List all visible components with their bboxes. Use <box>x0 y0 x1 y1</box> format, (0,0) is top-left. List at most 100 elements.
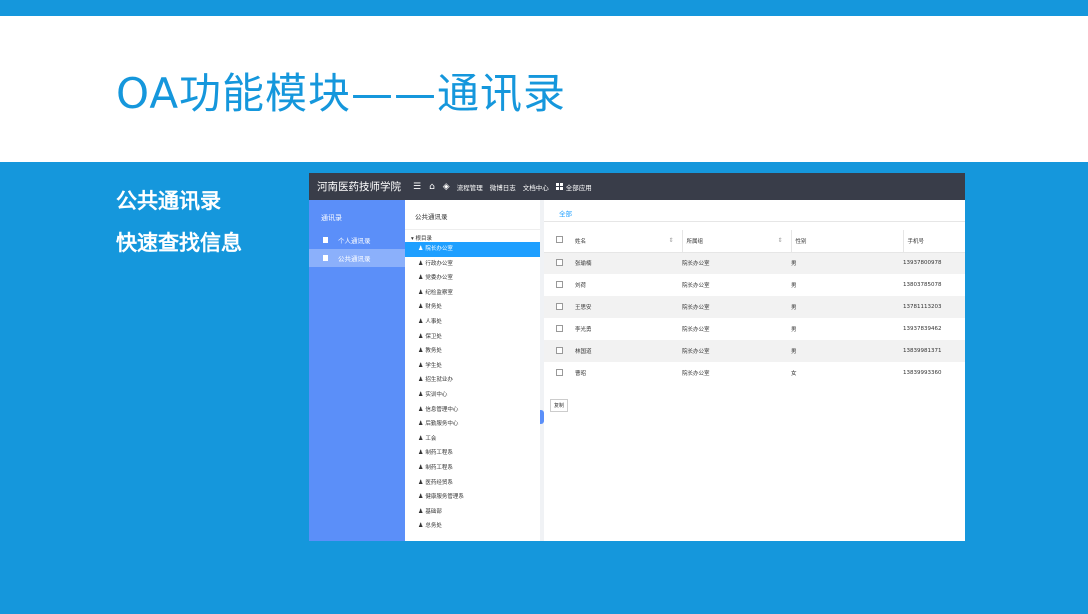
row-checkbox[interactable] <box>544 340 575 362</box>
sidebar-title: 通讯录 <box>321 214 342 222</box>
table-row[interactable]: 刘荷 院长办公室 男 13803785078 <box>544 274 965 296</box>
contacts-table: 姓名 ⇕ 所属组 ⇕ 性别 手机号 张瑜楠 院长办公室男 13937800978 刘荷 院长… <box>544 230 965 384</box>
tree-node-label: 教务处 <box>425 348 442 355</box>
tree-node[interactable]: ♟ 实训中心 <box>405 388 540 403</box>
tree-node-label: 制药工程系 <box>425 464 453 471</box>
app-screenshot: 河南医药技师学院 ☰ ⌂ ◈ 流程管理 微博日志 文档中心 全部应用 通讯录 个… <box>309 173 965 541</box>
checkbox[interactable] <box>556 258 563 266</box>
row-checkbox[interactable] <box>544 252 575 274</box>
tree-node-label: 基础部 <box>425 508 442 515</box>
sidebar-item-personal-contacts[interactable]: 个人通讯录 <box>309 231 405 249</box>
cell-group: 院长办公室 <box>682 327 710 333</box>
tree-node[interactable]: ♟ 信息管理中心 <box>405 403 540 418</box>
sidebar-item-label: 公共通讯录 <box>338 255 371 263</box>
sort-icon[interactable]: ⇕ <box>777 237 782 244</box>
tree-title: 公共通讯录 <box>405 200 540 230</box>
table-row[interactable]: 林国道 院长办公室男 13839981371 <box>544 340 965 362</box>
tree-node[interactable]: ♟ 人事处 <box>405 315 540 330</box>
person-icon: ♟ <box>418 390 424 398</box>
person-icon: ♟ <box>418 478 424 486</box>
home-icon[interactable]: ⌂ <box>429 182 435 192</box>
sidebar-item-label: 个人通讯录 <box>338 237 371 245</box>
column-header-phone[interactable]: 手机号 <box>902 230 965 253</box>
table-row[interactable]: 曹昭 院长办公室 女 13839993360 <box>544 362 965 384</box>
row-checkbox[interactable] <box>544 274 575 296</box>
checkbox[interactable] <box>556 346 563 354</box>
nav-workflow[interactable]: 流程管理 <box>457 182 483 192</box>
cell-name: 林国道 <box>575 340 682 362</box>
layers-icon[interactable]: ◈ <box>443 182 450 192</box>
menu-icon[interactable]: ☰ <box>413 182 421 192</box>
checkbox[interactable] <box>556 368 563 376</box>
row-checkbox[interactable] <box>544 296 575 318</box>
tab-bar: 全部 <box>544 200 965 222</box>
tree-node[interactable]: ♟ 制药工程系 <box>405 446 540 461</box>
department-tree: 公共通讯录 ▾ 根目录 ♟ 院长办公室 ♟ 行政办公室 ♟ 党委办公室 ♟ 纪检监察室 ♟ 财务处… <box>405 200 540 541</box>
tree-node-list: ♟ 院长办公室 ♟ 行政办公室 ♟ 党委办公室 ♟ 纪检监察室 ♟ 财务处 ♟ 人事处 ♟ 保卫处 ♟ 教务处… <box>405 242 540 534</box>
tree-node[interactable]: ♟ 工会 <box>405 432 540 447</box>
checkbox[interactable] <box>556 302 563 310</box>
app-body: 通讯录 个人通讯录 公共通讯录 公共通讯录 ▾ 根目录 ♟ 院长办公室 ♟ 行政办公室… <box>309 200 965 541</box>
tree-node[interactable]: ♟ 健康服务管理系 <box>405 490 540 505</box>
cell-gender: 男 <box>791 327 797 333</box>
tree-node-label: 实训中心 <box>425 391 448 398</box>
select-all-checkbox[interactable] <box>544 230 575 253</box>
person-icon: ♟ <box>418 420 424 428</box>
nav-all-apps[interactable]: 全部应用 <box>566 182 592 192</box>
checkbox[interactable] <box>556 280 563 288</box>
tree-node[interactable]: ♟ 纪检监察室 <box>405 286 540 301</box>
table-row[interactable]: 李光勇 院长办公室 男 13937839462 <box>544 318 965 340</box>
sort-icon[interactable]: ⇕ <box>668 237 673 244</box>
nav-weibo-log[interactable]: 微博日志 <box>490 182 516 192</box>
cell-phone: 13937800978 <box>903 252 965 274</box>
cell-gender: 男 <box>791 283 797 289</box>
document-icon <box>323 255 328 261</box>
tree-node[interactable]: ♟ 总务处 <box>405 519 540 534</box>
cell-name: 刘荷 <box>575 283 587 289</box>
tree-node[interactable]: ♟ 招生就业办 <box>405 373 540 388</box>
tree-node[interactable]: ♟ 保卫处 <box>405 330 540 345</box>
tree-node[interactable]: ♟ 教务处 <box>405 344 540 359</box>
tree-node[interactable]: ♟ 基础部 <box>405 505 540 520</box>
cell-name: 曹昭 <box>575 371 587 377</box>
tree-node[interactable]: ♟ 行政办公室 <box>405 257 540 272</box>
tree-node-label: 后勤服务中心 <box>425 421 459 428</box>
tree-node-label: 招生就业办 <box>425 377 453 384</box>
table-row[interactable]: 张瑜楠 院长办公室男 13937800978 <box>544 252 965 274</box>
tab-all[interactable]: 全部 <box>559 208 572 218</box>
tree-node[interactable]: ♟ 医药经贸系 <box>405 476 540 491</box>
column-header-group[interactable]: 所属组 ⇕ <box>681 230 791 253</box>
grid-icon[interactable] <box>555 183 563 190</box>
table-row[interactable]: 王思安 院长办公室男 13781113203 <box>544 296 965 318</box>
sidebar-item-public-contacts[interactable]: 公共通讯录 <box>309 249 405 267</box>
tree-node-label: 财务处 <box>425 304 442 311</box>
tree-node[interactable]: ♟ 制药工程系 <box>405 461 540 476</box>
column-header-gender[interactable]: 性别 <box>790 230 903 253</box>
tree-node-label: 制药工程系 <box>425 450 453 457</box>
slide-title: OA功能模块——通讯录 <box>116 69 567 118</box>
person-icon: ♟ <box>418 522 424 530</box>
tree-node-label: 保卫处 <box>425 333 442 340</box>
person-icon: ♟ <box>418 274 424 282</box>
copy-button[interactable]: 复制 <box>550 399 569 412</box>
person-icon: ♟ <box>418 245 424 252</box>
cell-phone: 13781113203 <box>903 296 965 318</box>
tree-node-label: 党委办公室 <box>425 275 453 282</box>
row-checkbox[interactable] <box>544 318 575 340</box>
tree-node[interactable]: ♟ 院长办公室 <box>405 242 540 257</box>
tree-node[interactable]: ♟ 学生处 <box>405 359 540 374</box>
tree-node[interactable]: ♟ 后勤服务中心 <box>405 417 540 432</box>
nav-documents[interactable]: 文档中心 <box>523 182 549 192</box>
person-icon: ♟ <box>418 259 424 267</box>
tree-node[interactable]: ♟ 党委办公室 <box>405 271 540 286</box>
cell-gender: 男 <box>791 252 903 274</box>
checkbox[interactable] <box>556 324 563 332</box>
tree-node-label: 院长办公室 <box>425 246 453 252</box>
column-header-name[interactable]: 姓名 ⇕ <box>575 230 682 253</box>
cell-gender: 男 <box>791 340 903 362</box>
cell-phone: 13839981371 <box>903 340 965 362</box>
tree-node-label: 健康服务管理系 <box>425 494 464 501</box>
tree-root[interactable]: ▾ 根目录 <box>405 230 540 242</box>
tree-node[interactable]: ♟ 财务处 <box>405 300 540 315</box>
row-checkbox[interactable] <box>544 362 575 384</box>
